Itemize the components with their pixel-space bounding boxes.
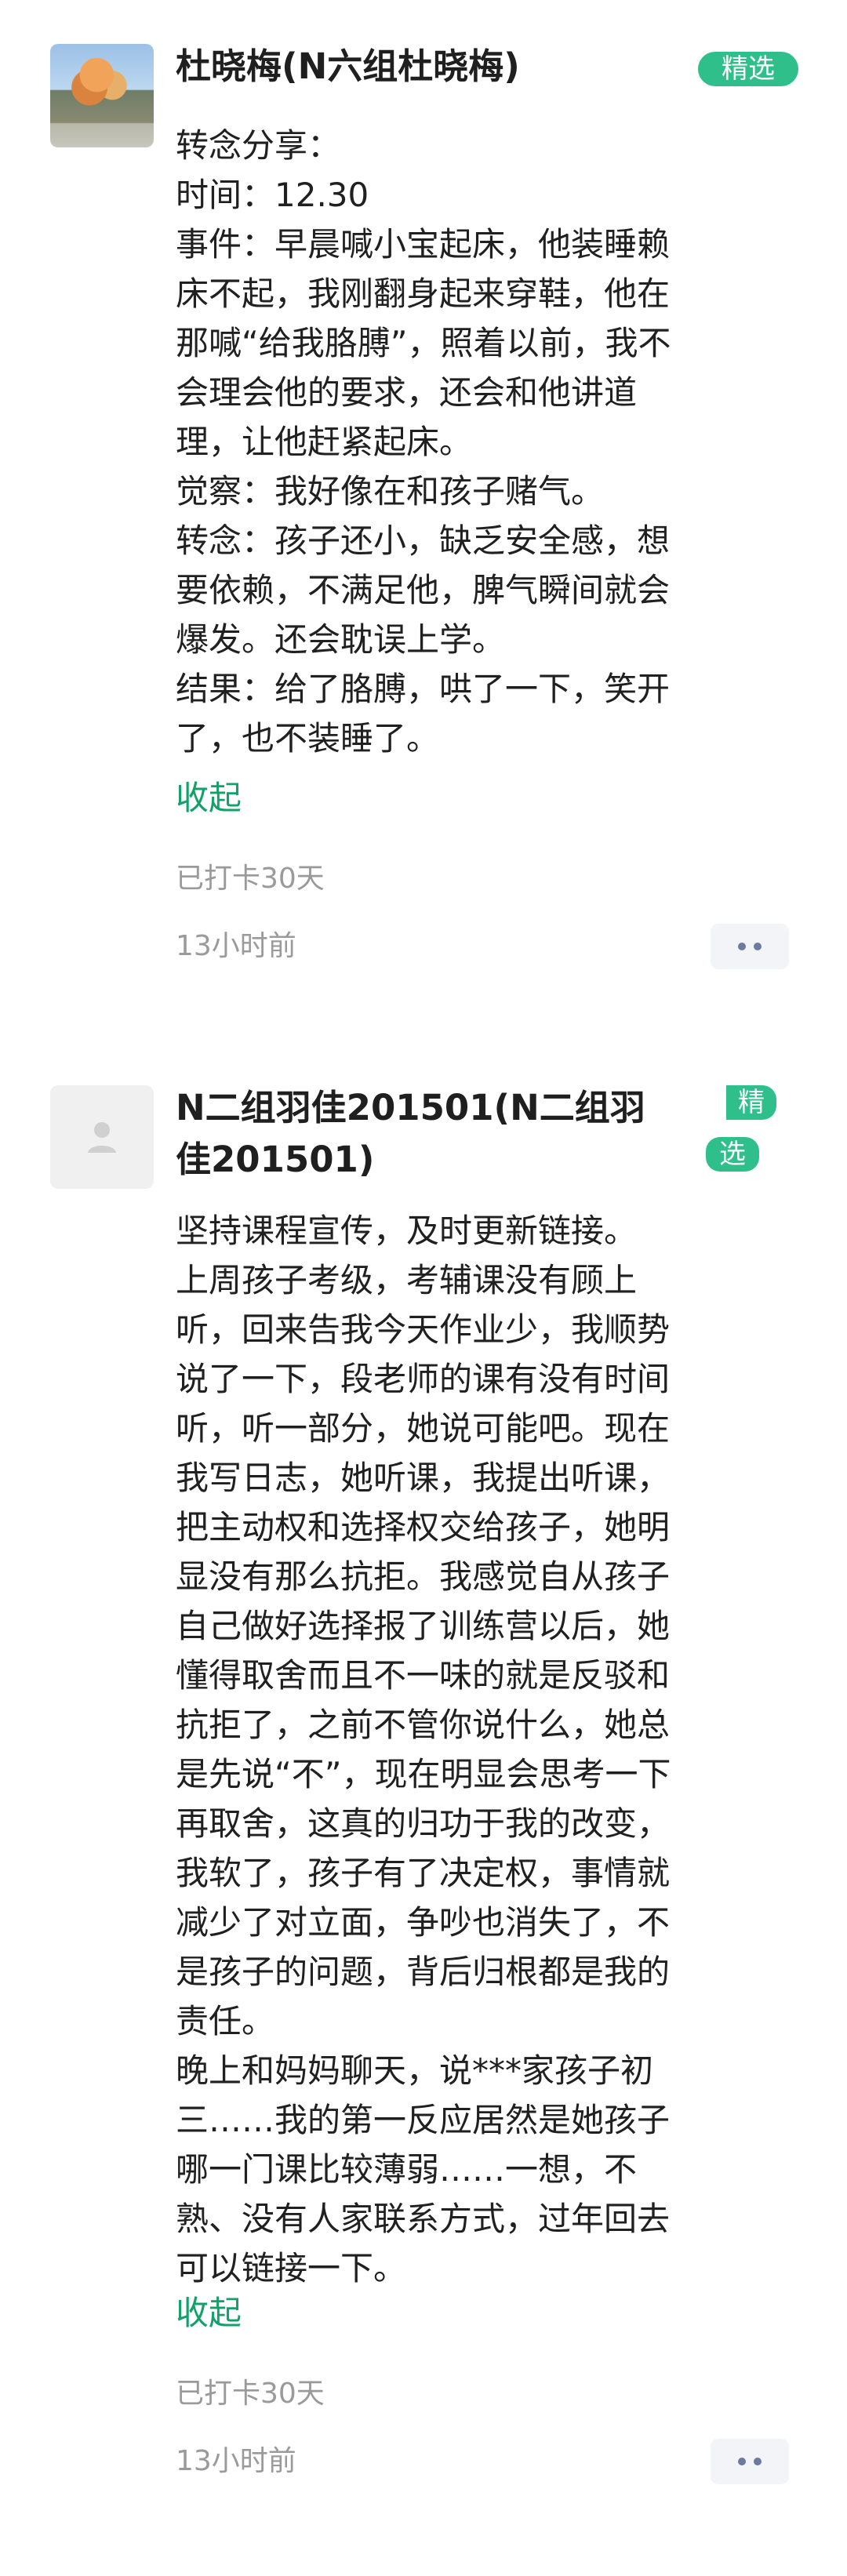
default-user-icon <box>50 1085 154 1189</box>
post-text-line: 那喊“给我胳膊”，照着以前，我不 <box>176 324 671 362</box>
featured-badge-part-2: 选 <box>706 1137 759 1172</box>
author-name[interactable]: 杜晓梅(N六组杜晓梅) <box>176 41 685 93</box>
post-text-line: 责任。 <box>176 2002 275 2040</box>
post-text-line: 熟、没有人家联系方式，过年回去 <box>176 2200 671 2238</box>
checkin-status: 已打卡30天 <box>176 2378 325 2410</box>
post-text-line: 了，也不装睡了。 <box>176 719 440 758</box>
author-name[interactable]: N二组羽佳201501(N二组羽 佳201501) <box>176 1082 678 1186</box>
avatar-photo <box>50 44 154 147</box>
post-text-line: 坚持课程宣传，及时更新链接。 <box>176 1212 638 1250</box>
post-text-line: 再取舍，这真的归功于我的改变， <box>176 1804 671 1843</box>
post-text-line: 转念分享： <box>176 126 341 165</box>
post-text-line: 是孩子的问题，背后归根都是我的 <box>176 1953 671 1991</box>
featured-badge: 精 选 <box>706 1085 784 1184</box>
author-name-line-1: N二组羽佳201501(N二组羽 <box>176 1087 645 1128</box>
more-button[interactable] <box>711 2439 789 2484</box>
post-text-line: 哪一门课比较薄弱……一想，不 <box>176 2150 638 2189</box>
more-button[interactable] <box>711 924 789 969</box>
post-text-line: 可以链接一下。 <box>176 2249 407 2287</box>
post-text-line: 晚上和妈妈聊天，说***家孩子初 <box>176 2051 654 2090</box>
post-content: 坚持课程宣传，及时更新链接。 上周孩子考级，考辅课没有顾上 听，回来告我今天作业… <box>176 1206 792 2293</box>
collapse-link[interactable]: 收起 <box>176 776 242 820</box>
more-dots-icon <box>738 2458 746 2465</box>
post-text-line: 事件：早晨喊小宝起床，他装睡赖 <box>176 225 671 263</box>
post-text-line: 听，听一部分，她说可能吧。现在 <box>176 1409 671 1448</box>
post-text-line: 显没有那么抗拒。我感觉自从孩子 <box>176 1557 671 1596</box>
featured-badge: 精选 <box>698 52 798 86</box>
checkin-status: 已打卡30天 <box>176 863 325 895</box>
post-text-line: 时间：12.30 <box>176 176 369 214</box>
post-text-line: 把主动权和选择权交给孩子，她明 <box>176 1508 671 1546</box>
post-text-line: 减少了对立面，争吵也消失了，不 <box>176 1903 671 1942</box>
more-dots-icon <box>754 943 762 950</box>
post-text-line: 自己做好选择报了训练营以后，她 <box>176 1607 671 1645</box>
post-text-line: 转念：孩子还小，缺乏安全感，想 <box>176 521 671 560</box>
more-dots-icon <box>738 943 746 950</box>
feed-post: N二组羽佳201501(N二组羽 佳201501) 精 选 坚持课程宣传，及时更… <box>0 1019 847 2576</box>
post-content: 转念分享： 时间：12.30 事件：早晨喊小宝起床，他装睡赖 床不起，我刚翻身起… <box>176 121 792 763</box>
post-text-line: 结果：给了胳膊，哄了一下，笑开 <box>176 670 671 708</box>
post-text-line: 理，让他赶紧起床。 <box>176 423 473 461</box>
post-text-line: 床不起，我刚翻身起来穿鞋，他在 <box>176 274 671 313</box>
post-text-line: 爆发。还会耽误上学。 <box>176 620 506 659</box>
post-text-line: 说了一下，段老师的课有没有时间 <box>176 1360 671 1398</box>
avatar[interactable] <box>50 1085 154 1189</box>
post-timestamp: 13小时前 <box>176 2445 296 2477</box>
author-name-line-2: 佳201501) <box>176 1139 375 1180</box>
post-text-line: 上周孩子考级，考辅课没有顾上 <box>176 1261 638 1299</box>
feed-post: 杜晓梅(N六组杜晓梅) 精选 转念分享： 时间：12.30 事件：早晨喊小宝起床… <box>0 0 847 1019</box>
post-text-line: 抗拒了，之前不管你说什么，她总 <box>176 1706 671 1744</box>
post-text-line: 觉察：我好像在和孩子赌气。 <box>176 472 605 510</box>
feed: 杜晓梅(N六组杜晓梅) 精选 转念分享： 时间：12.30 事件：早晨喊小宝起床… <box>0 0 847 2576</box>
post-text-line: 三……我的第一反应居然是她孩子 <box>176 2101 671 2139</box>
post-text-line: 要依赖，不满足他，脾气瞬间就会 <box>176 571 671 609</box>
featured-badge-part-1: 精 <box>726 1085 776 1120</box>
more-dots-icon <box>754 2458 762 2465</box>
post-text-line: 懂得取舍而且不一味的就是反驳和 <box>176 1656 671 1695</box>
post-timestamp: 13小时前 <box>176 930 296 962</box>
post-text-line: 我写日志，她听课，我提出听课， <box>176 1459 671 1497</box>
post-text-line: 听，回来告我今天作业少，我顺势 <box>176 1310 671 1349</box>
post-text-line: 是先说“不”，现在明显会思考一下 <box>176 1755 671 1793</box>
post-text-line: 我软了，孩子有了决定权，事情就 <box>176 1854 671 1892</box>
collapse-link[interactable]: 收起 <box>176 2291 242 2335</box>
post-text-line: 会理会他的要求，还会和他讲道 <box>176 373 638 412</box>
avatar[interactable] <box>50 44 154 147</box>
